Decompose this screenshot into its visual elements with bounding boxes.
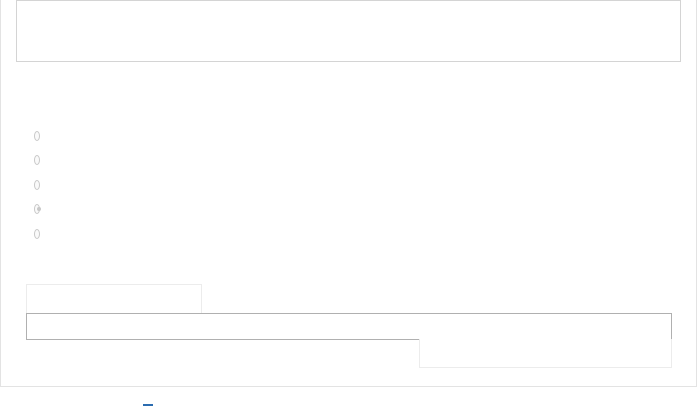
radio-option-1[interactable] [34, 129, 48, 143]
radio-option-2[interactable] [34, 153, 48, 167]
text-cursor-icon [143, 404, 153, 406]
radio-button-2[interactable] [34, 155, 40, 165]
radio-group [34, 125, 334, 255]
radio-option-3[interactable] [34, 178, 48, 192]
answer-input[interactable] [26, 313, 672, 340]
radio-button-5[interactable] [34, 229, 40, 239]
tab-right[interactable] [419, 339, 672, 368]
radio-option-4[interactable] [34, 202, 48, 216]
radio-option-5[interactable] [34, 227, 48, 241]
question-box [16, 0, 681, 62]
radio-button-3[interactable] [34, 180, 40, 190]
tab-left[interactable] [26, 284, 202, 314]
radio-button-4[interactable] [34, 204, 41, 214]
radio-button-1[interactable] [34, 131, 40, 141]
